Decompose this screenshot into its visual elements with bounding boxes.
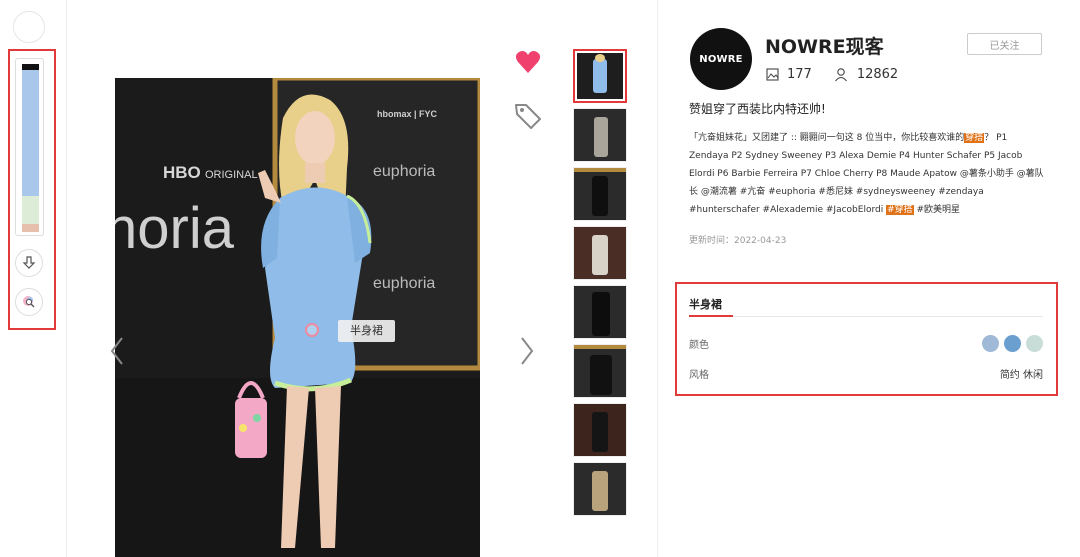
images-count-stat: 177 — [766, 67, 812, 82]
followers-count-stat: 12862 — [834, 67, 898, 82]
bg-hbomax-text: hbomax | FYC — [377, 109, 438, 119]
prev-image-button[interactable] — [106, 333, 128, 369]
thumbnail-item[interactable] — [573, 226, 627, 280]
thumbnail-item[interactable] — [573, 167, 627, 221]
post-body-text: #欧美明星 — [913, 205, 961, 215]
thumbnail-item[interactable] — [573, 49, 627, 103]
post-body: 「亢奋姐妹花」又团建了 :: 翾翾问一句这 8 位当中，你比较喜欢谁的穿搭？ P… — [689, 129, 1049, 219]
highlight-hashtag[interactable]: #穿搭 — [886, 205, 914, 215]
product-tag-marker[interactable] — [305, 323, 319, 337]
updated-time: 更新时间：2022-04-23 — [689, 236, 787, 246]
style-value: 简约 休闲 — [999, 369, 1043, 381]
color-swatches — [977, 334, 1043, 352]
main-photo[interactable]: HBO ORIGINAL horia euphoria hbomax | FYC… — [115, 78, 480, 557]
heart-icon — [515, 50, 541, 73]
author-avatar[interactable]: NOWRE — [690, 28, 752, 90]
chevron-right-icon — [521, 337, 534, 365]
attribute-panel: 半身裙 颜色 风格 简约 休闲 — [675, 282, 1058, 396]
attribute-title[interactable]: 半身裙 — [689, 296, 722, 312]
color-swatch[interactable] — [1004, 334, 1021, 352]
thumbnail-item[interactable] — [573, 344, 627, 398]
thumbnail-item[interactable] — [573, 285, 627, 339]
thumbnail-item[interactable] — [573, 403, 627, 457]
download-icon — [22, 256, 36, 269]
thumbnail-item[interactable] — [573, 108, 627, 162]
bg-hbo-text: HBO — [163, 163, 201, 182]
post-body-text: 「亢奋姐妹花」又团建了 :: 翾翾问一句这 8 位当中，你比较喜欢谁的 — [689, 133, 965, 143]
user-avatar-placeholder[interactable] — [13, 11, 45, 43]
photo-illustration: HBO ORIGINAL horia euphoria hbomax | FYC… — [115, 78, 480, 557]
style-label: 风格 — [689, 369, 709, 381]
author-name[interactable]: NOWRE现客 — [765, 32, 884, 59]
palette-swatch-blue — [22, 70, 39, 196]
highlight-keyword[interactable]: 穿搭 — [964, 133, 985, 143]
thumbnail-item[interactable] — [573, 462, 627, 516]
post-detail-panel: NOWRE NOWRE现客 已关注 177 12862 赞姐穿了西装比内特还帅!… — [657, 0, 1080, 557]
color-swatch[interactable] — [982, 334, 999, 352]
palette-swatch-peach — [22, 224, 39, 232]
bg-euphoria-text: euphoria — [373, 163, 435, 180]
user-icon — [834, 68, 847, 82]
color-search-button[interactable] — [15, 288, 43, 316]
next-image-button[interactable] — [516, 333, 538, 369]
bg-original-text: ORIGINAL — [205, 169, 258, 181]
tag-button[interactable] — [513, 101, 543, 131]
images-count: 177 — [787, 67, 812, 82]
author-stats: 177 12862 — [766, 67, 920, 82]
tag-icon — [515, 104, 541, 129]
app-root: HBO ORIGINAL horia euphoria hbomax | FYC… — [0, 0, 1080, 557]
left-toolbar — [0, 0, 67, 557]
image-icon — [766, 68, 779, 81]
attribute-divider — [689, 316, 1043, 317]
download-button[interactable] — [15, 249, 43, 277]
product-tag-label[interactable]: 半身裙 — [338, 320, 395, 342]
bg-euphoria-large: horia — [115, 196, 235, 261]
chevron-left-icon — [110, 337, 123, 365]
color-search-icon — [23, 296, 35, 308]
palette-swatch-green — [22, 196, 39, 224]
attribute-style-row: 风格 简约 休闲 — [689, 364, 1043, 382]
attribute-color-row: 颜色 — [689, 334, 1043, 352]
attribute-tab-underline — [689, 315, 733, 317]
post-body-text: ？ P1 Zendaya P2 Sydney Sweeney P3 Alexa … — [689, 133, 1044, 215]
follow-button[interactable]: 已关注 — [967, 33, 1042, 55]
color-palette[interactable] — [15, 58, 44, 236]
color-swatch[interactable] — [1026, 334, 1043, 352]
like-button[interactable] — [515, 50, 541, 74]
post-title: 赞姐穿了西装比内特还帅! — [689, 102, 826, 116]
followers-count: 12862 — [856, 67, 899, 82]
bg-euphoria-text-2: euphoria — [373, 275, 435, 292]
color-label: 颜色 — [689, 339, 709, 351]
